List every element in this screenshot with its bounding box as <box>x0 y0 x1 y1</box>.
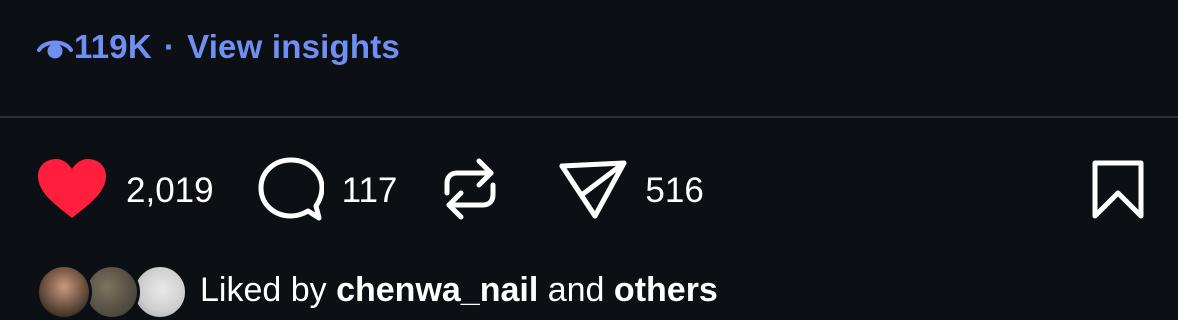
liked-by-conjunction: and <box>538 270 614 309</box>
save-button[interactable] <box>1090 159 1146 226</box>
liked-by-others-link[interactable]: others <box>614 271 718 310</box>
bookmark-icon <box>1090 160 1146 225</box>
heart-filled-icon <box>36 158 108 225</box>
liked-by-user-link[interactable]: chenwa_nail <box>336 271 538 310</box>
repost-button[interactable] <box>441 153 499 230</box>
action-bar: 2,019 117 516 <box>36 155 1146 227</box>
share-button[interactable]: 516 <box>559 158 704 225</box>
insights-row: 119K · View insights <box>36 26 400 68</box>
comment-count: 117 <box>341 171 398 210</box>
liked-by-prefix: Liked by <box>200 270 337 309</box>
repost-icon <box>441 153 499 230</box>
paper-plane-icon <box>559 158 627 225</box>
avatar[interactable] <box>36 264 92 320</box>
view-insights-link[interactable]: View insights <box>187 28 400 66</box>
views-count: 119K <box>74 28 152 65</box>
avatar[interactable] <box>132 264 188 320</box>
divider <box>0 116 1178 118</box>
share-count: 516 <box>645 171 704 210</box>
liker-avatars[interactable] <box>36 262 190 320</box>
avatar[interactable] <box>84 264 140 320</box>
like-button[interactable]: 2,019 <box>36 158 214 225</box>
comment-button[interactable]: 117 <box>258 156 398 227</box>
comment-bubble-icon <box>258 156 325 227</box>
like-count: 2,019 <box>126 171 214 210</box>
separator-dot: · <box>163 28 176 65</box>
eye-icon <box>36 32 74 62</box>
liked-by-row[interactable]: Liked by chenwa_nail and others <box>36 262 718 320</box>
